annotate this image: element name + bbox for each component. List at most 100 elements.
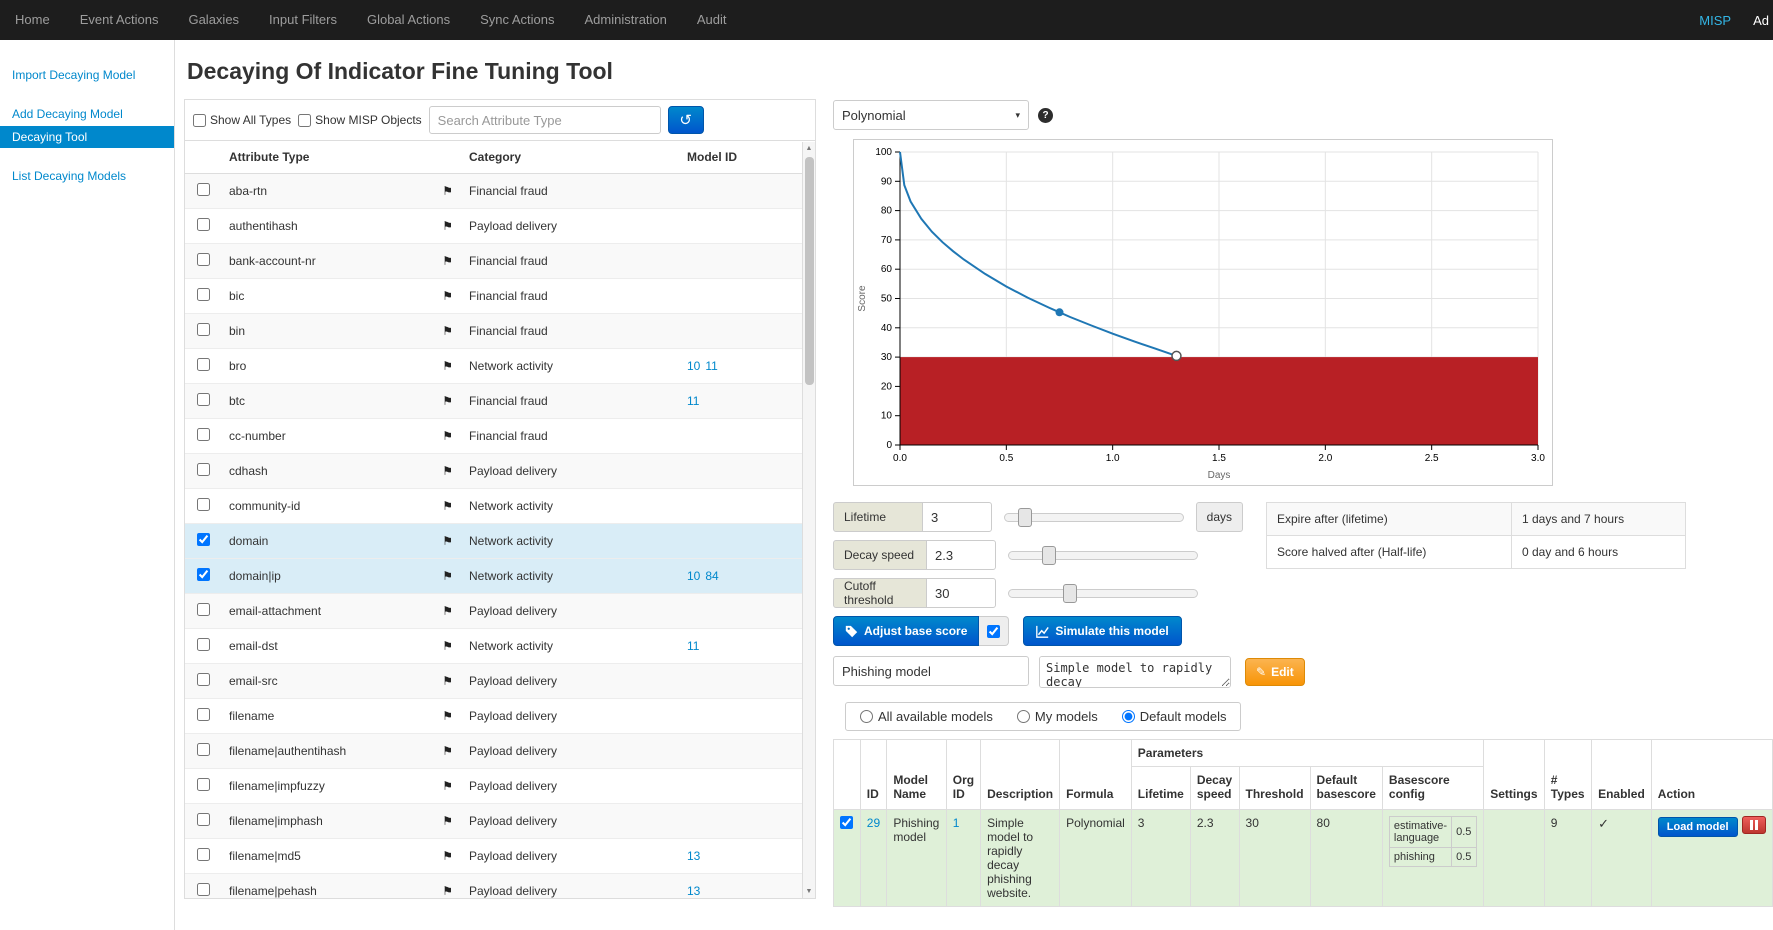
flag-icon[interactable]: ⚑ bbox=[442, 884, 453, 898]
flag-icon[interactable]: ⚑ bbox=[442, 674, 453, 688]
curve-point-marker[interactable] bbox=[1056, 308, 1064, 316]
flag-icon[interactable]: ⚑ bbox=[442, 289, 453, 303]
attribute-row[interactable]: bin⚑Financial fraud bbox=[185, 314, 803, 349]
attribute-search-input[interactable] bbox=[429, 106, 661, 134]
attribute-row[interactable]: filename|impfuzzy⚑Payload delivery bbox=[185, 769, 803, 804]
attribute-row-checkbox[interactable] bbox=[197, 848, 210, 861]
lifetime-slider-handle[interactable] bbox=[1018, 508, 1032, 527]
scrollbar-thumb[interactable] bbox=[805, 157, 814, 385]
attribute-row[interactable]: filename|pehash⚑Payload delivery13 bbox=[185, 874, 803, 900]
attribute-row-checkbox[interactable] bbox=[197, 253, 210, 266]
attribute-row-checkbox[interactable] bbox=[197, 288, 210, 301]
cutoff-threshold-input[interactable] bbox=[926, 578, 996, 608]
model-row[interactable]: 29Phishing model1Simple model to rapidly… bbox=[834, 810, 1773, 907]
help-icon[interactable]: ? bbox=[1038, 108, 1053, 123]
attribute-row-checkbox[interactable] bbox=[197, 743, 210, 756]
flag-icon[interactable]: ⚑ bbox=[442, 499, 453, 513]
attribute-table-scrollbar[interactable]: ▲ ▼ bbox=[802, 142, 815, 898]
formula-select[interactable]: Polynomial ▾ bbox=[833, 100, 1029, 130]
attribute-row[interactable]: filename|imphash⚑Payload delivery bbox=[185, 804, 803, 839]
edit-model-button[interactable]: ✎ Edit bbox=[1245, 658, 1305, 686]
attribute-row[interactable]: filename|md5⚑Payload delivery13 bbox=[185, 839, 803, 874]
nav-item-global-actions[interactable]: Global Actions bbox=[352, 0, 465, 40]
attribute-row-checkbox[interactable] bbox=[197, 463, 210, 476]
attribute-row-checkbox[interactable] bbox=[197, 778, 210, 791]
decay-chart[interactable]: 01020304050607080901000.00.51.01.52.02.5… bbox=[853, 139, 1553, 486]
scrollbar-up-arrow-icon[interactable]: ▲ bbox=[806, 142, 813, 155]
pause-model-button[interactable] bbox=[1742, 816, 1766, 834]
flag-icon[interactable]: ⚑ bbox=[442, 254, 453, 268]
attribute-row[interactable]: email-src⚑Payload delivery bbox=[185, 664, 803, 699]
show-all-types-filter[interactable]: Show All Types bbox=[193, 113, 291, 127]
attribute-row-checkbox[interactable] bbox=[197, 428, 210, 441]
attribute-row[interactable]: domain⚑Network activity bbox=[185, 524, 803, 559]
attribute-row-checkbox[interactable] bbox=[197, 393, 210, 406]
show-misp-objects-checkbox[interactable] bbox=[298, 114, 311, 127]
flag-icon[interactable]: ⚑ bbox=[442, 429, 453, 443]
flag-icon[interactable]: ⚑ bbox=[442, 849, 453, 863]
attribute-row-checkbox[interactable] bbox=[197, 218, 210, 231]
model-id-link[interactable]: 11 bbox=[687, 394, 699, 408]
lifetime-slider[interactable] bbox=[1004, 513, 1184, 522]
nav-item-input-filters[interactable]: Input Filters bbox=[254, 0, 352, 40]
show-misp-objects-filter[interactable]: Show MISP Objects bbox=[298, 113, 422, 127]
flag-icon[interactable]: ⚑ bbox=[442, 219, 453, 233]
model-id-link[interactable]: 29 bbox=[867, 816, 880, 830]
flag-icon[interactable]: ⚑ bbox=[442, 814, 453, 828]
flag-icon[interactable]: ⚑ bbox=[442, 464, 453, 478]
attribute-row[interactable]: bro⚑Network activity1011 bbox=[185, 349, 803, 384]
flag-icon[interactable]: ⚑ bbox=[442, 184, 453, 198]
nav-item-administration[interactable]: Administration bbox=[570, 0, 682, 40]
flag-icon[interactable]: ⚑ bbox=[442, 534, 453, 548]
radio-default-models[interactable] bbox=[1122, 710, 1135, 723]
navbar-user-partial[interactable]: Ad bbox=[1753, 13, 1769, 28]
attribute-row[interactable]: bank-account-nr⚑Financial fraud bbox=[185, 244, 803, 279]
decay-speed-slider[interactable] bbox=[1008, 551, 1198, 560]
load-model-button[interactable]: Load model bbox=[1658, 817, 1738, 837]
refresh-button[interactable]: ↺ bbox=[668, 106, 704, 134]
model-id-link[interactable]: 10 bbox=[687, 569, 700, 583]
adjust-base-score-button[interactable]: Adjust base score bbox=[833, 616, 979, 646]
flag-icon[interactable]: ⚑ bbox=[442, 394, 453, 408]
cutoff-threshold-slider[interactable] bbox=[1008, 589, 1198, 598]
model-id-link[interactable]: 11 bbox=[705, 359, 717, 373]
attribute-row-checkbox[interactable] bbox=[197, 498, 210, 511]
nav-item-sync-actions[interactable]: Sync Actions bbox=[465, 0, 569, 40]
attribute-row[interactable]: email-attachment⚑Payload delivery bbox=[185, 594, 803, 629]
attribute-row[interactable]: aba-rtn⚑Financial fraud bbox=[185, 174, 803, 209]
model-filter-default-models[interactable]: Default models bbox=[1122, 709, 1227, 724]
nav-item-audit[interactable]: Audit bbox=[682, 0, 742, 40]
model-id-link[interactable]: 10 bbox=[687, 359, 700, 373]
attribute-row-checkbox[interactable] bbox=[197, 323, 210, 336]
attribute-row[interactable]: filename⚑Payload delivery bbox=[185, 699, 803, 734]
simulate-model-button[interactable]: Simulate this model bbox=[1023, 616, 1181, 646]
cutoff-threshold-slider-handle[interactable] bbox=[1063, 584, 1077, 603]
flag-icon[interactable]: ⚑ bbox=[442, 744, 453, 758]
flag-icon[interactable]: ⚑ bbox=[442, 709, 453, 723]
model-id-link[interactable]: 84 bbox=[705, 569, 718, 583]
attribute-row[interactable]: authentihash⚑Payload delivery bbox=[185, 209, 803, 244]
flag-icon[interactable]: ⚑ bbox=[442, 569, 453, 583]
model-filter-all-available-models[interactable]: All available models bbox=[860, 709, 993, 724]
nav-item-event-actions[interactable]: Event Actions bbox=[65, 0, 174, 40]
attribute-row-checkbox[interactable] bbox=[197, 533, 210, 546]
adjust-base-score-addon[interactable] bbox=[979, 616, 1009, 646]
flag-icon[interactable]: ⚑ bbox=[442, 779, 453, 793]
attribute-row-checkbox[interactable] bbox=[197, 813, 210, 826]
lifetime-input[interactable] bbox=[922, 502, 992, 532]
model-row-checkbox[interactable] bbox=[840, 816, 853, 829]
attribute-row-checkbox[interactable] bbox=[197, 358, 210, 371]
model-filter-my-models[interactable]: My models bbox=[1017, 709, 1098, 724]
org-id-link[interactable]: 1 bbox=[953, 816, 960, 830]
decay-speed-input[interactable] bbox=[926, 540, 996, 570]
attribute-row-checkbox[interactable] bbox=[197, 883, 210, 896]
radio-my-models[interactable] bbox=[1017, 710, 1030, 723]
attribute-row[interactable]: cc-number⚑Financial fraud bbox=[185, 419, 803, 454]
flag-icon[interactable]: ⚑ bbox=[442, 359, 453, 373]
flag-icon[interactable]: ⚑ bbox=[442, 324, 453, 338]
adjust-base-score-checkbox[interactable] bbox=[987, 625, 1000, 638]
nav-item-galaxies[interactable]: Galaxies bbox=[173, 0, 254, 40]
decay-speed-slider-handle[interactable] bbox=[1042, 546, 1056, 565]
flag-icon[interactable]: ⚑ bbox=[442, 639, 453, 653]
sidebar-item-add-decaying-model[interactable]: Add Decaying Model bbox=[0, 103, 174, 125]
